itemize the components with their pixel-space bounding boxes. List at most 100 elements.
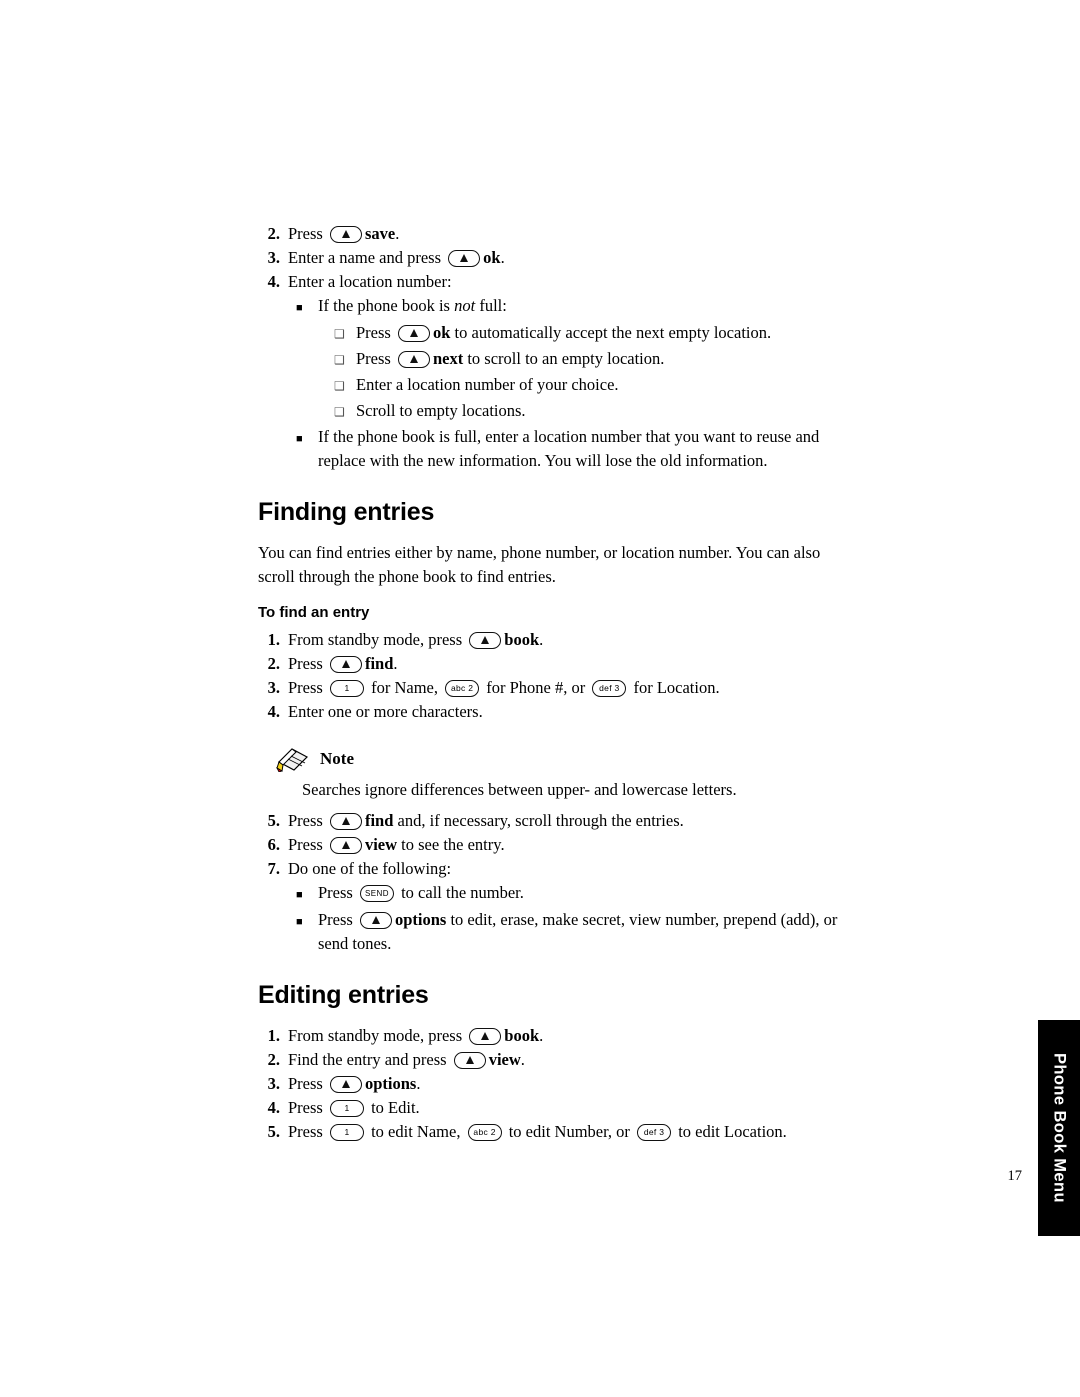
step-key-label: book — [504, 630, 540, 649]
page-title-finding: Finding entries — [258, 498, 435, 526]
list-text: Press SEND to call the number. — [318, 881, 838, 905]
list-item: Press SEND to call the number. — [296, 881, 838, 908]
list-text: Press ok to automatically accept the nex… — [356, 321, 838, 345]
open-square-bullet-icon — [334, 323, 356, 347]
bullet-text-post: to scroll to an empty location. — [463, 349, 665, 368]
key-send-icon: SEND — [359, 884, 394, 902]
list-text: From standby mode, press book. — [288, 1024, 838, 1048]
nav-key-icon — [469, 631, 502, 649]
list-text: Press find and, if necessary, scroll thr… — [288, 809, 838, 833]
list-number: 2. — [267, 224, 280, 243]
step-key-label: ok — [483, 248, 501, 267]
step-text-tail: for Location. — [629, 678, 720, 697]
list-item: 4. Press 1 to Edit. — [258, 1096, 838, 1120]
list-number: 5. — [267, 811, 280, 830]
step-text-post: . — [539, 630, 544, 649]
list-text: Enter a name and press ok. — [288, 246, 838, 270]
list-number: 7. — [267, 859, 280, 878]
list-text: Press 1 to edit Name, abc 2 to edit Numb… — [288, 1120, 838, 1144]
open-square-bullet-icon — [334, 375, 356, 399]
step-text-pre: Press — [288, 1098, 323, 1117]
list-number: 6. — [267, 835, 280, 854]
list-number: 5. — [267, 1122, 280, 1141]
list-item: 1. From standby mode, press book. — [258, 1024, 838, 1048]
list-number: 2. — [267, 654, 280, 673]
page-title-editing: Editing entries — [258, 981, 429, 1009]
step-key-label: view — [364, 835, 398, 854]
list-text: Press options. — [288, 1072, 838, 1096]
list-item: 4. Enter a location number: — [258, 270, 838, 294]
list-number: 3. — [267, 248, 280, 267]
nav-key-icon — [448, 249, 481, 267]
note-header: Note — [276, 746, 838, 772]
list-item: Press next to scroll to an empty locatio… — [334, 347, 838, 373]
nav-key-icon — [329, 655, 362, 673]
step-text-post: for Name, — [366, 678, 438, 697]
list-text: Do one of the following: — [288, 859, 452, 878]
step-text-post: to edit Name, — [366, 1122, 461, 1141]
bullet-text-post: to automatically accept the next empty l… — [450, 323, 772, 342]
list-number: 1. — [267, 630, 280, 649]
list-item: If the phone book is not full: — [296, 294, 838, 321]
bullet-key-label: ok — [432, 323, 451, 342]
step-text-mid: to edit Number, or — [504, 1122, 630, 1141]
note-block: Note Searches ignore differences between… — [258, 746, 838, 802]
key-abc2-icon: abc 2 — [467, 1123, 502, 1141]
list-item: 2. Press find. — [258, 652, 838, 676]
list-text: Press options to edit, erase, make secre… — [318, 908, 838, 955]
list-item: Enter a location number of your choice. — [334, 373, 838, 399]
step-text-post: . — [395, 224, 400, 243]
page-number: 17 — [1007, 1168, 1023, 1184]
key-abc2-icon: abc 2 — [445, 679, 480, 697]
list-text: Enter one or more characters. — [288, 702, 483, 721]
nav-key-icon — [329, 1075, 362, 1093]
nav-key-icon — [397, 350, 430, 368]
list-number: 4. — [267, 1098, 280, 1117]
step-text-post: . — [416, 1074, 421, 1093]
list-text: Enter a location number: — [288, 272, 452, 291]
side-tab-label: Phone Book Menu — [1050, 1053, 1069, 1203]
list-item: 1. From standby mode, press book. — [258, 628, 838, 652]
bullet-text-italic: not — [454, 296, 476, 315]
nav-key-icon — [329, 812, 362, 830]
note-body: Searches ignore differences between uppe… — [302, 779, 737, 799]
list-text: Find the entry and press view. — [288, 1048, 838, 1072]
list-item: Press ok to automatically accept the nex… — [334, 321, 838, 347]
side-tab-phone-book-menu: Phone Book Menu — [1038, 1020, 1080, 1236]
step-text-post: . — [520, 1050, 525, 1069]
step-text-pre: Press — [288, 811, 323, 830]
note-title: Note — [320, 748, 354, 768]
list-item: 5. Press 1 to edit Name, abc 2 to edit N… — [258, 1120, 838, 1144]
list-number: 4. — [267, 272, 280, 291]
key-1-icon: 1 — [329, 679, 364, 697]
step-text-post: to Edit. — [366, 1098, 420, 1117]
list-item: Scroll to empty locations. — [334, 399, 838, 425]
list-text: Press save. — [288, 222, 838, 246]
step-key-label: find — [364, 811, 394, 830]
list-text: If the phone book is not full: — [318, 294, 838, 318]
list-text: From standby mode, press book. — [288, 628, 838, 652]
step-key-label: save — [364, 224, 396, 243]
step-text-pre: Press — [288, 224, 323, 243]
step-text-pre: Press — [288, 654, 323, 673]
nav-key-icon — [397, 324, 430, 342]
list-number: 3. — [267, 1074, 280, 1093]
nav-key-icon — [329, 836, 362, 854]
step-key-label: book — [504, 1026, 540, 1045]
step-text-pre: From standby mode, press — [288, 1026, 463, 1045]
step-text-pre: Press — [288, 1122, 323, 1141]
open-square-bullet-icon — [334, 349, 356, 373]
list-item: 7. Do one of the following: — [258, 857, 838, 881]
list-item: 6. Press view to see the entry. — [258, 833, 838, 857]
step-text-post: . — [539, 1026, 544, 1045]
list-text: Press find. — [288, 652, 838, 676]
square-bullet-icon — [296, 884, 318, 908]
step-text-post: . — [500, 248, 505, 267]
bullet-key-label: next — [432, 349, 464, 368]
list-item: 3. Enter a name and press ok. — [258, 246, 838, 270]
key-1-icon: 1 — [329, 1123, 364, 1141]
nav-key-icon — [453, 1051, 486, 1069]
bullet-text-post: full: — [475, 296, 507, 315]
step-text-pre: Press — [288, 835, 323, 854]
document-page: 2. Press save. 3. Enter a name and press… — [0, 0, 1080, 1397]
